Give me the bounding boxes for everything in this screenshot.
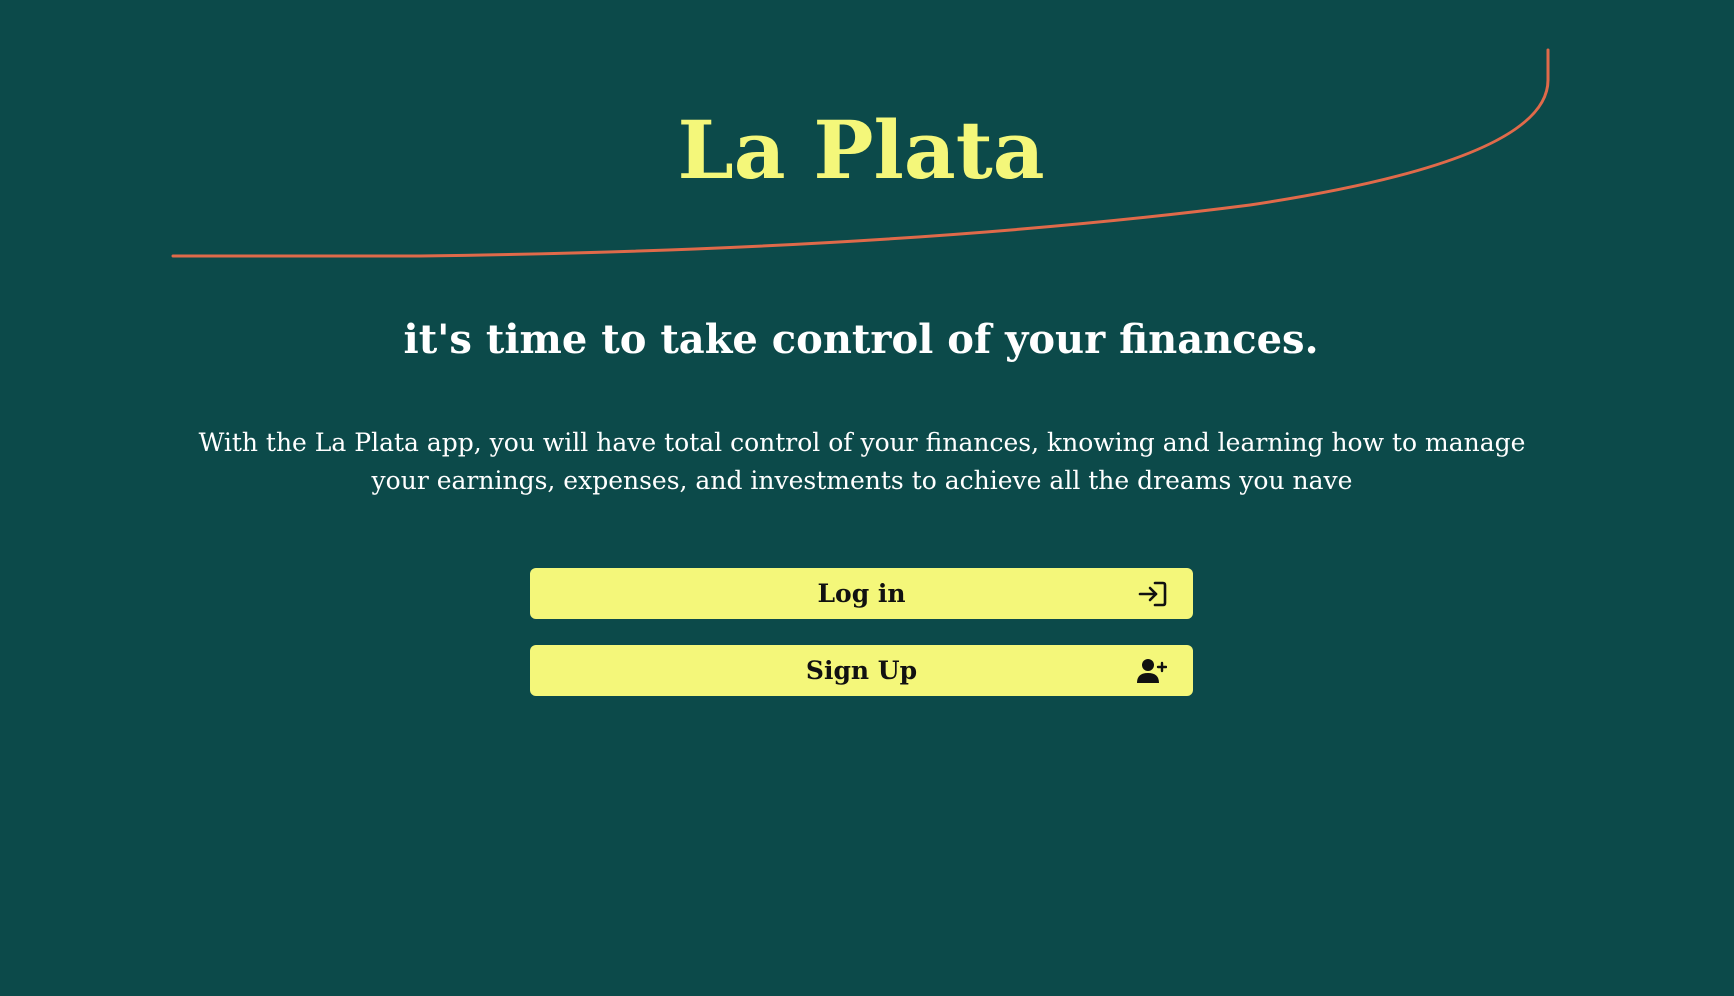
login-button-label: Log in — [817, 579, 906, 608]
landing-page: La Plata it's time to take control of yo… — [0, 0, 1734, 996]
hero-tagline: it's time to take control of your financ… — [403, 316, 1319, 363]
signup-button[interactable]: Sign Up — [530, 645, 1193, 696]
auth-actions: Log in Sign Up — [530, 568, 1193, 722]
app-title: La Plata — [677, 103, 1045, 197]
login-button[interactable]: Log in — [530, 568, 1193, 619]
user-plus-icon — [1137, 659, 1167, 683]
log-in-icon — [1138, 581, 1167, 607]
hero-description: With the La Plata app, you will have tot… — [198, 428, 1526, 495]
signup-button-label: Sign Up — [805, 656, 918, 685]
